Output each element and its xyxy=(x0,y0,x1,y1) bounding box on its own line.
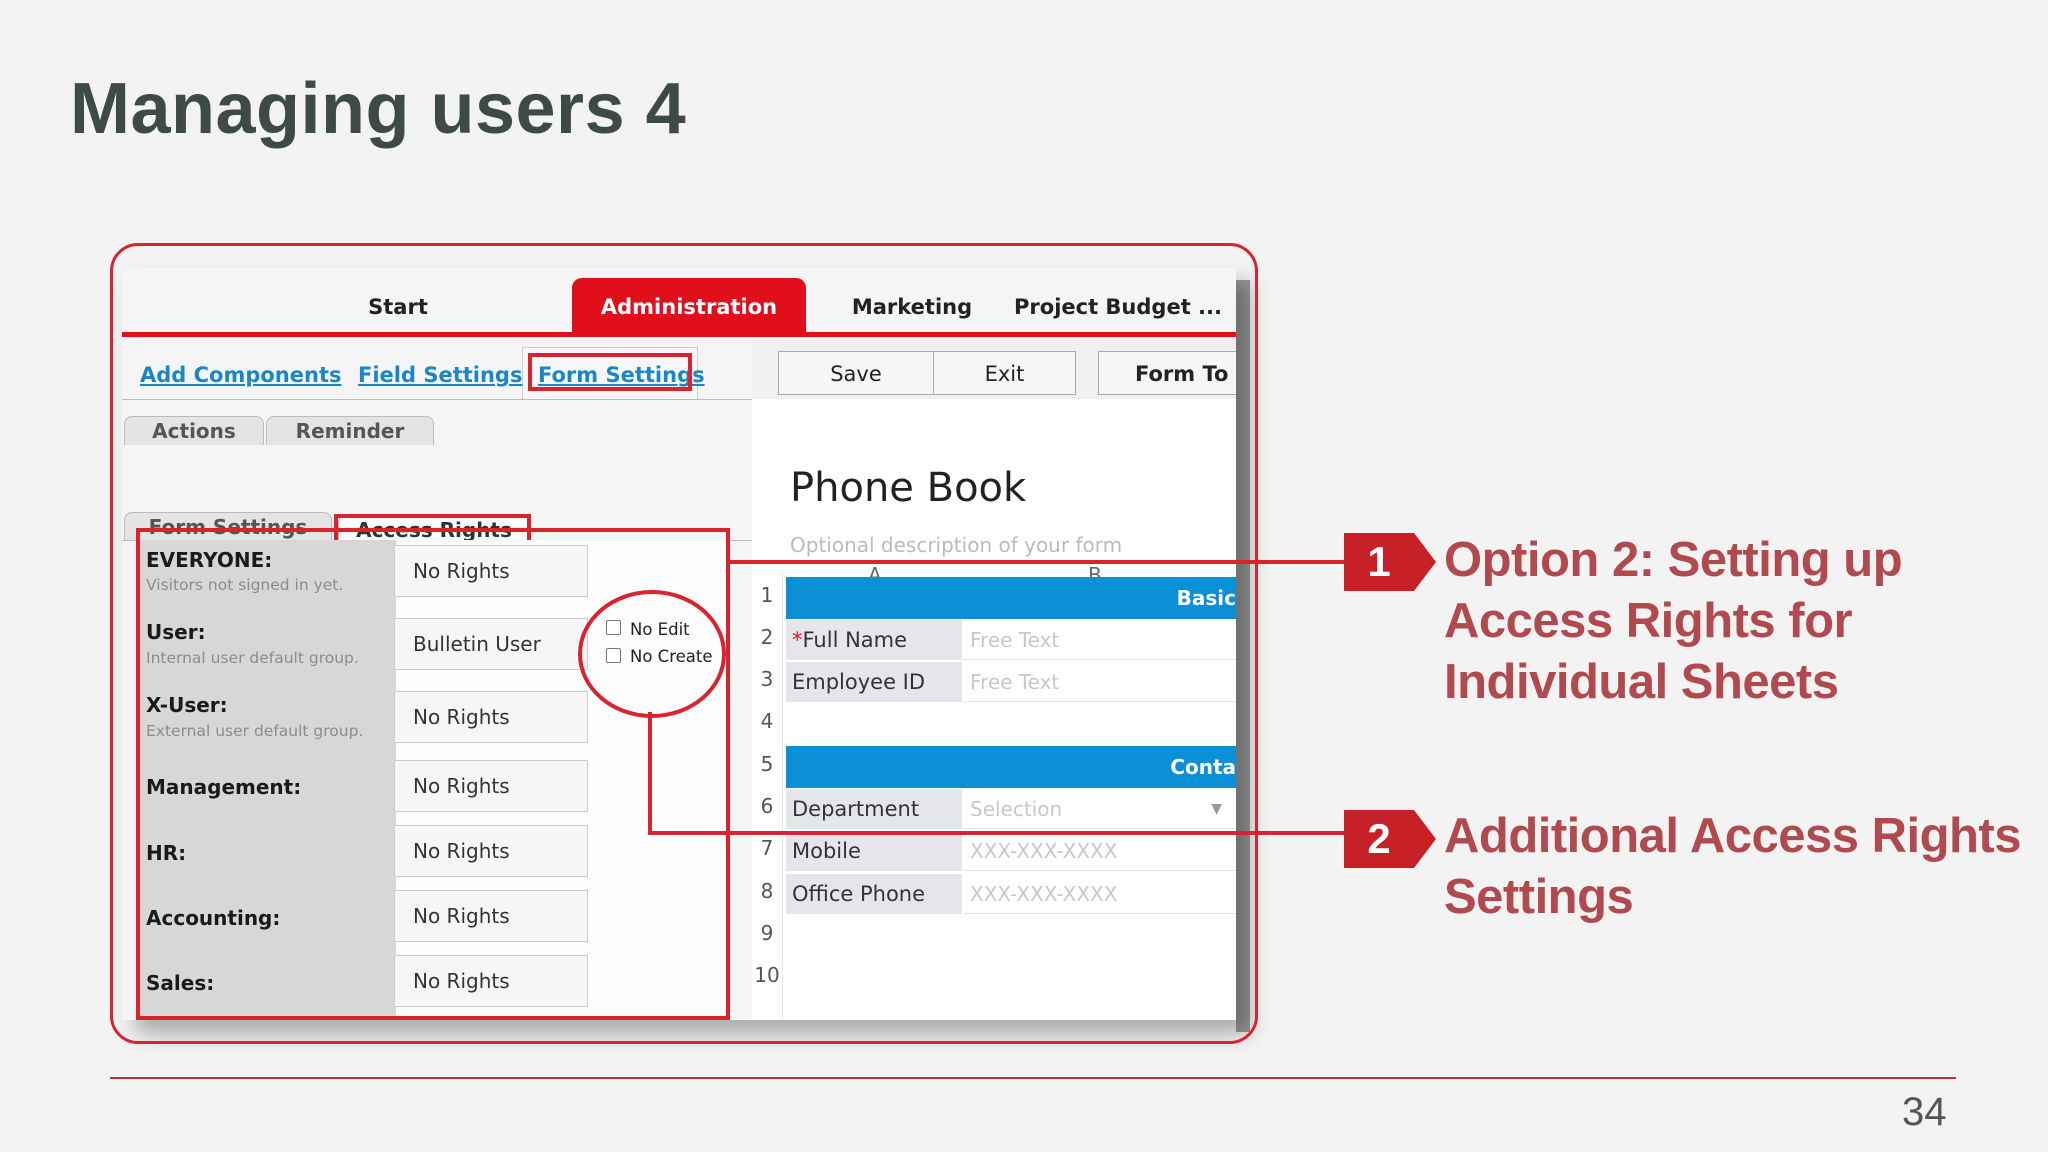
callout-1-badge: 1 xyxy=(1344,533,1414,591)
callout-1-connector xyxy=(728,560,1346,564)
footer-divider xyxy=(110,1077,1956,1079)
screenshot-frame xyxy=(110,243,1258,1044)
callout-1-arrow-icon xyxy=(1414,533,1436,591)
callout-2-badge: 2 xyxy=(1344,810,1414,868)
slide-title: Managing users 4 xyxy=(70,69,687,149)
callout-2-connector-vertical xyxy=(648,712,652,834)
callout-2-text: Additional Access Rights Settings xyxy=(1444,809,2022,924)
page-number: 34 xyxy=(1902,1090,1947,1134)
callout-1-text: Option 2: Setting up Access Rights for I… xyxy=(1444,533,1903,709)
callout-2-connector xyxy=(648,831,1346,835)
callout-2-arrow-icon xyxy=(1414,810,1436,868)
